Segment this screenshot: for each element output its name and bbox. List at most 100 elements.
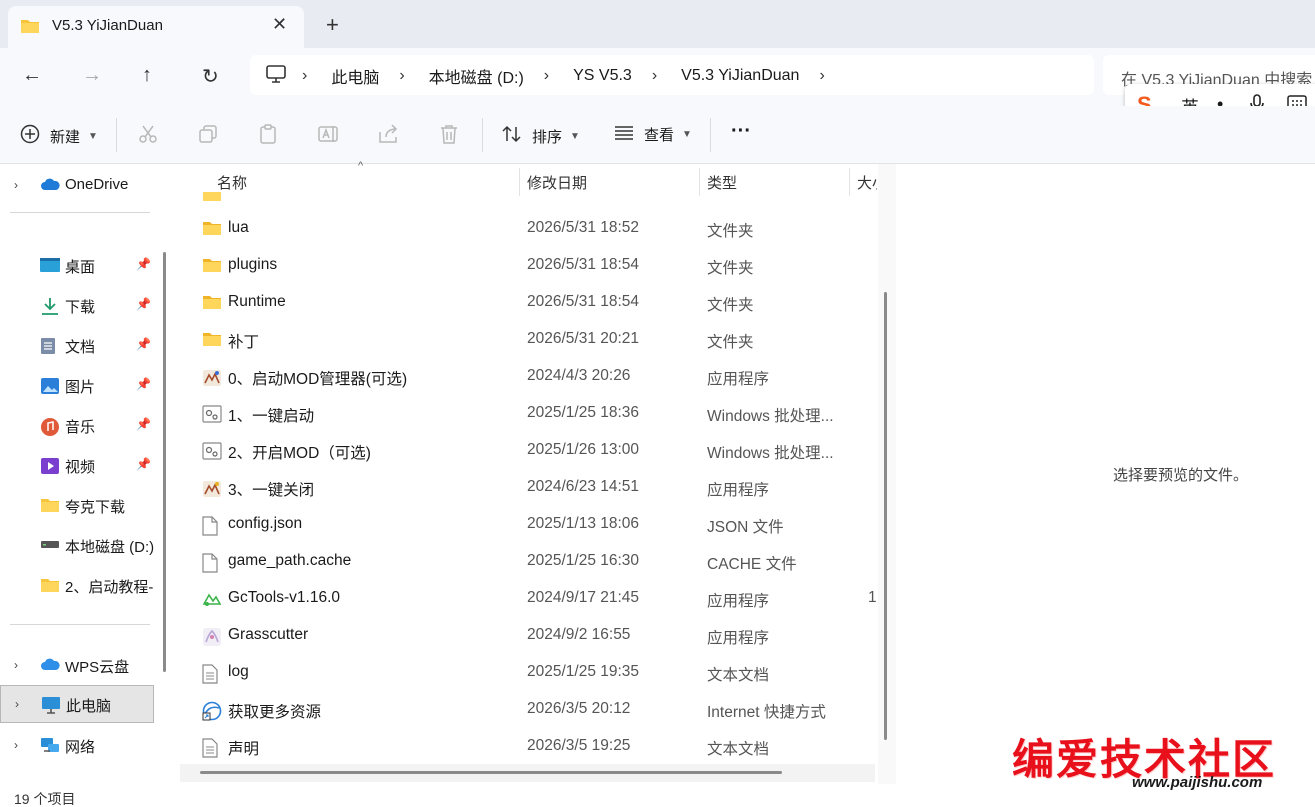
chevron-right-icon[interactable]: ›	[399, 67, 404, 85]
table-row[interactable]: 0、启动MOD管理器(可选) 2024/4/3 20:26 应用程序	[180, 358, 880, 395]
table-row[interactable]: 2、开启MOD（可选) 2025/1/26 13:00 Windows 批处理.…	[180, 432, 880, 469]
copy-icon[interactable]	[198, 124, 218, 148]
file-name: log	[228, 663, 249, 680]
sidebar-item-label: 下载	[65, 299, 96, 316]
breadcrumb-item[interactable]: YS V5.3	[573, 67, 632, 85]
column-header-type[interactable]: 类型	[707, 172, 737, 193]
command-bar: 新建 ▼ 排序 ▼ 查看 ▼ ···	[0, 106, 1315, 164]
table-row[interactable]: 1、一键启动 2025/1/25 18:36 Windows 批处理...	[180, 395, 880, 432]
rename-icon[interactable]	[318, 124, 340, 148]
sidebar-scrollbar[interactable]	[163, 252, 166, 672]
sidebar-item-wps-cloud[interactable]: › WPS云盘	[0, 646, 154, 684]
file-type: 文本文档	[707, 741, 770, 758]
chevron-right-icon[interactable]: ›	[302, 67, 307, 85]
pin-icon: 📌	[136, 257, 151, 271]
file-size: 1	[868, 589, 877, 606]
chevron-right-icon[interactable]: ›	[652, 67, 657, 85]
chevron-down-icon: ▼	[682, 129, 692, 140]
file-name: 0、启动MOD管理器(可选)	[228, 371, 408, 388]
breadcrumb-item[interactable]: 本地磁盘 (D:)	[429, 64, 524, 88]
new-button[interactable]: 新建 ▼	[20, 124, 98, 148]
file-icon	[202, 553, 218, 578]
table-row[interactable]: game_path.cache 2025/1/25 16:30 CACHE 文件	[180, 543, 880, 580]
share-icon[interactable]	[378, 124, 400, 148]
file-list-horizontal-scrollbar[interactable]	[200, 771, 782, 774]
sidebar-item-onedrive[interactable]: › OneDrive	[0, 166, 154, 204]
table-row[interactable]: lua 2026/5/31 18:52 文件夹	[180, 210, 880, 247]
sidebar-item-quark-downloads[interactable]: 夸克下载	[0, 486, 154, 524]
file-type: 文本文档	[707, 667, 770, 684]
folder-icon	[40, 577, 60, 597]
chevron-right-icon[interactable]: ›	[15, 697, 19, 711]
chevron-right-icon[interactable]: ›	[819, 67, 824, 85]
file-date: 2026/5/31 18:52	[527, 219, 640, 236]
table-row[interactable]: plugins 2026/5/31 18:54 文件夹	[180, 247, 880, 284]
pin-icon: 📌	[136, 377, 151, 391]
drive-icon	[40, 537, 60, 554]
forward-button[interactable]: →	[82, 64, 102, 87]
sidebar-item-local-disk-d[interactable]: 本地磁盘 (D:)	[0, 526, 154, 564]
table-row[interactable]: config.json 2025/1/13 18:06 JSON 文件	[180, 506, 880, 543]
toolbar-divider	[116, 118, 117, 152]
file-type: CACHE 文件	[707, 556, 797, 573]
delete-icon[interactable]	[440, 124, 458, 148]
text-file-icon	[202, 738, 218, 763]
breadcrumb-item[interactable]: V5.3 YiJianDuan	[681, 67, 799, 85]
file-date: 2025/1/26 13:00	[527, 441, 640, 458]
table-row[interactable]: 获取更多资源 2026/3/5 20:12 Internet 快捷方式	[180, 691, 880, 728]
column-header-date[interactable]: 修改日期	[527, 172, 587, 193]
tab-current[interactable]: V5.3 YiJianDuan ✕	[8, 6, 304, 48]
address-bar[interactable]: › 此电脑 › 本地磁盘 (D:) › YS V5.3 › V5.3 YiJia…	[250, 55, 1094, 95]
column-header-name[interactable]: 名称	[217, 172, 247, 193]
file-name: GcTools-v1.16.0	[228, 589, 340, 606]
close-tab-icon[interactable]: ✕	[272, 14, 287, 35]
back-button[interactable]: ←	[22, 64, 42, 87]
file-list-vertical-scrollbar[interactable]	[884, 292, 887, 740]
sidebar-item-documents[interactable]: 文档 📌	[0, 326, 154, 364]
sort-label: 排序	[532, 128, 563, 146]
sidebar-item-desktop[interactable]: 桌面 📌	[0, 246, 154, 284]
sidebar-item-downloads[interactable]: 下载 📌	[0, 286, 154, 324]
breadcrumb-item[interactable]: 此电脑	[331, 64, 379, 88]
sort-button[interactable]: 排序 ▼	[502, 124, 580, 148]
refresh-button[interactable]: ↻	[202, 64, 219, 89]
sidebar-item-network[interactable]: › 网络	[0, 726, 154, 764]
chevron-right-icon[interactable]: ›	[544, 67, 549, 85]
sidebar-item-music[interactable]: 音乐 📌	[0, 406, 154, 444]
table-row[interactable]: 补丁 2026/5/31 20:21 文件夹	[180, 321, 880, 358]
view-button[interactable]: 查看 ▼	[614, 124, 692, 145]
file-type: 应用程序	[707, 371, 770, 388]
column-header-size[interactable]: 大小	[857, 172, 877, 193]
sidebar-item-label: 视频	[65, 459, 96, 476]
table-row[interactable]: log 2025/1/25 19:35 文本文档	[180, 654, 880, 691]
table-row-partial[interactable]	[180, 192, 880, 202]
file-type: 文件夹	[707, 334, 754, 351]
cut-icon[interactable]	[138, 124, 158, 148]
table-row[interactable]: GcTools-v1.16.0 2024/9/17 21:45 应用程序 1	[180, 580, 880, 617]
table-row[interactable]: 3、一键关闭 2024/6/23 14:51 应用程序	[180, 469, 880, 506]
new-tab-button[interactable]: +	[326, 12, 339, 38]
sidebar-item-pictures[interactable]: 图片 📌	[0, 366, 154, 404]
file-name: 补丁	[228, 334, 260, 351]
internet-shortcut-icon	[202, 701, 222, 726]
table-row[interactable]: 声明 2026/3/5 19:25 文本文档	[180, 728, 880, 765]
chevron-right-icon[interactable]: ›	[14, 178, 18, 192]
sidebar-item-this-pc[interactable]: › 此电脑	[0, 685, 154, 723]
more-options-button[interactable]: ···	[731, 120, 751, 143]
breadcrumb: › 此电脑 › 本地磁盘 (D:) › YS V5.3 › V5.3 YiJia…	[302, 64, 849, 88]
paste-icon[interactable]	[258, 124, 278, 148]
item-count: 19 个项目	[14, 791, 76, 807]
pin-icon: 📌	[136, 457, 151, 471]
chevron-right-icon[interactable]: ›	[14, 658, 18, 672]
new-label: 新建	[50, 128, 81, 146]
sidebar-item-videos[interactable]: 视频 📌	[0, 446, 154, 484]
file-date: 2024/6/23 14:51	[527, 478, 640, 495]
sidebar-item-tutorial-folder[interactable]: 2、启动教程-	[0, 566, 154, 604]
up-button[interactable]: ↑	[142, 64, 152, 87]
sidebar-item-label: 夸克下载	[65, 499, 126, 516]
file-date: 2026/5/31 18:54	[527, 256, 640, 273]
file-name: lua	[228, 219, 249, 236]
table-row[interactable]: Grasscutter 2024/9/2 16:55 应用程序	[180, 617, 880, 654]
chevron-right-icon[interactable]: ›	[14, 738, 18, 752]
table-row[interactable]: Runtime 2026/5/31 18:54 文件夹	[180, 284, 880, 321]
